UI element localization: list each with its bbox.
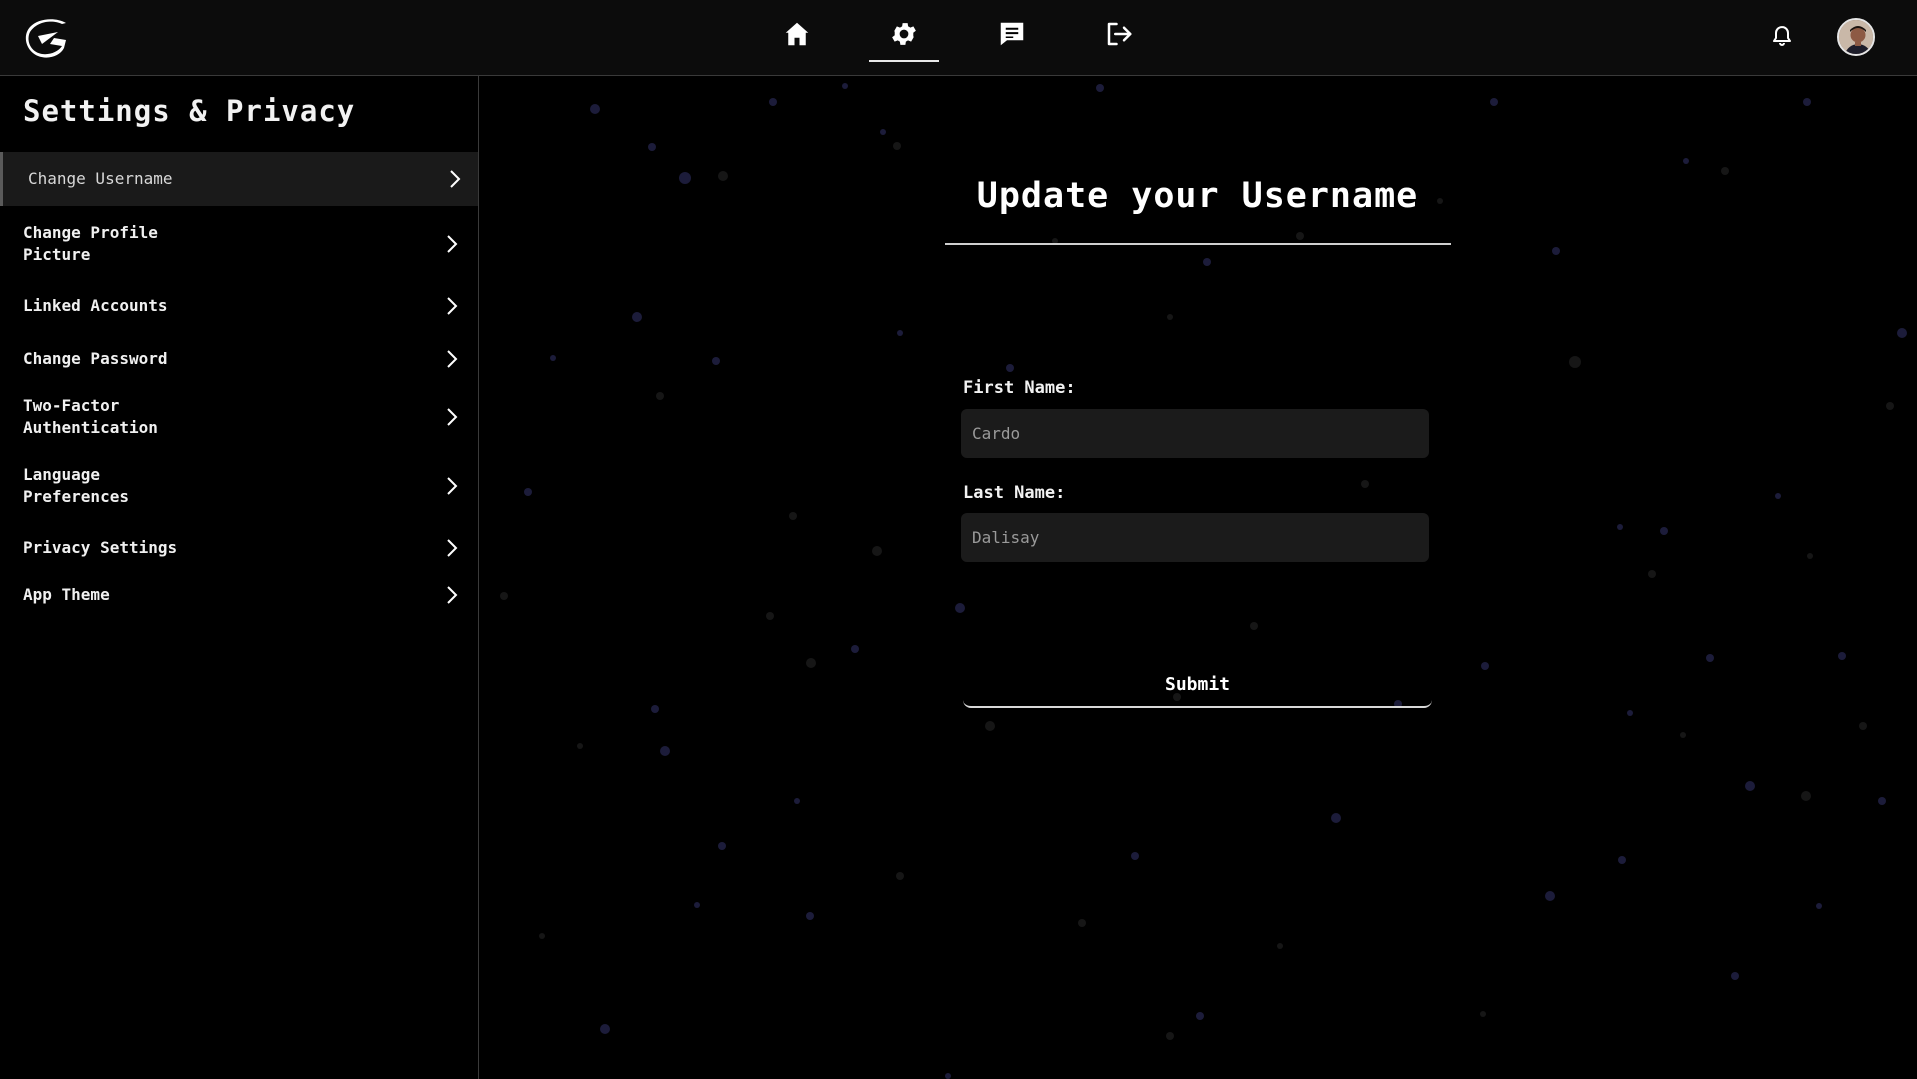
home-nav-button[interactable]: [762, 10, 832, 62]
chevron-right-icon: [444, 232, 460, 256]
first-name-input[interactable]: [961, 409, 1429, 458]
page-title: Update your Username: [976, 176, 1419, 216]
chat-icon: [997, 19, 1027, 53]
logout-icon: [1104, 19, 1134, 53]
first-name-label: First Name:: [963, 378, 1076, 398]
sidebar-item-change-password[interactable]: Change Password: [0, 339, 478, 379]
sidebar-item-privacy-settings[interactable]: Privacy Settings: [0, 528, 478, 568]
messages-nav-button[interactable]: [977, 10, 1047, 62]
sidebar-item-change-profile-picture[interactable]: Change Profile Picture: [0, 214, 478, 274]
starfield-background: [500, 83, 1907, 1079]
last-name-input[interactable]: [961, 513, 1429, 562]
sidebar-item-app-theme[interactable]: App Theme: [0, 575, 478, 615]
chevron-right-icon: [444, 294, 460, 318]
sidebar-item-linked-accounts[interactable]: Linked Accounts: [0, 286, 478, 326]
chevron-right-icon: [444, 474, 460, 498]
sidebar-item-label: Change Profile Picture: [23, 223, 158, 264]
sidebar-item-label: App Theme: [23, 585, 110, 604]
sidebar-item-label: Language Preferences: [23, 465, 129, 506]
sidebar-item-label: Linked Accounts: [23, 296, 168, 315]
sidebar-item-language-preferences[interactable]: Language Preferences: [0, 458, 478, 514]
settings-sidebar: Settings & Privacy Change Username Chang…: [0, 76, 479, 1079]
settings-nav-button[interactable]: [869, 10, 939, 62]
gear-icon: [889, 19, 919, 53]
logout-nav-button[interactable]: [1084, 10, 1154, 62]
user-avatar[interactable]: [1837, 18, 1875, 56]
sidebar-item-two-factor-authentication[interactable]: Two-Factor Authentication: [0, 389, 478, 445]
chevron-right-icon: [447, 167, 463, 191]
main-content: Update your Username First Name: Last Na…: [480, 76, 1917, 1079]
submit-button[interactable]: Submit: [963, 662, 1432, 708]
home-icon: [782, 19, 812, 53]
sidebar-item-label: Change Username: [28, 169, 173, 188]
last-name-label: Last Name:: [963, 483, 1066, 503]
bell-icon: [1770, 24, 1794, 52]
sidebar-item-label: Two-Factor Authentication: [23, 396, 158, 437]
chevron-right-icon: [444, 583, 460, 607]
app-logo-icon[interactable]: [24, 18, 68, 58]
chevron-right-icon: [444, 347, 460, 371]
notifications-button[interactable]: [1766, 22, 1798, 54]
chevron-right-icon: [444, 405, 460, 429]
top-navigation-bar: [0, 0, 1917, 76]
sidebar-item-label: Privacy Settings: [23, 538, 178, 557]
chevron-right-icon: [444, 536, 460, 560]
sidebar-title: Settings & Privacy: [23, 94, 356, 128]
title-divider: [945, 243, 1451, 245]
sidebar-item-change-username[interactable]: Change Username: [0, 152, 478, 206]
sidebar-item-label: Change Password: [23, 349, 168, 368]
